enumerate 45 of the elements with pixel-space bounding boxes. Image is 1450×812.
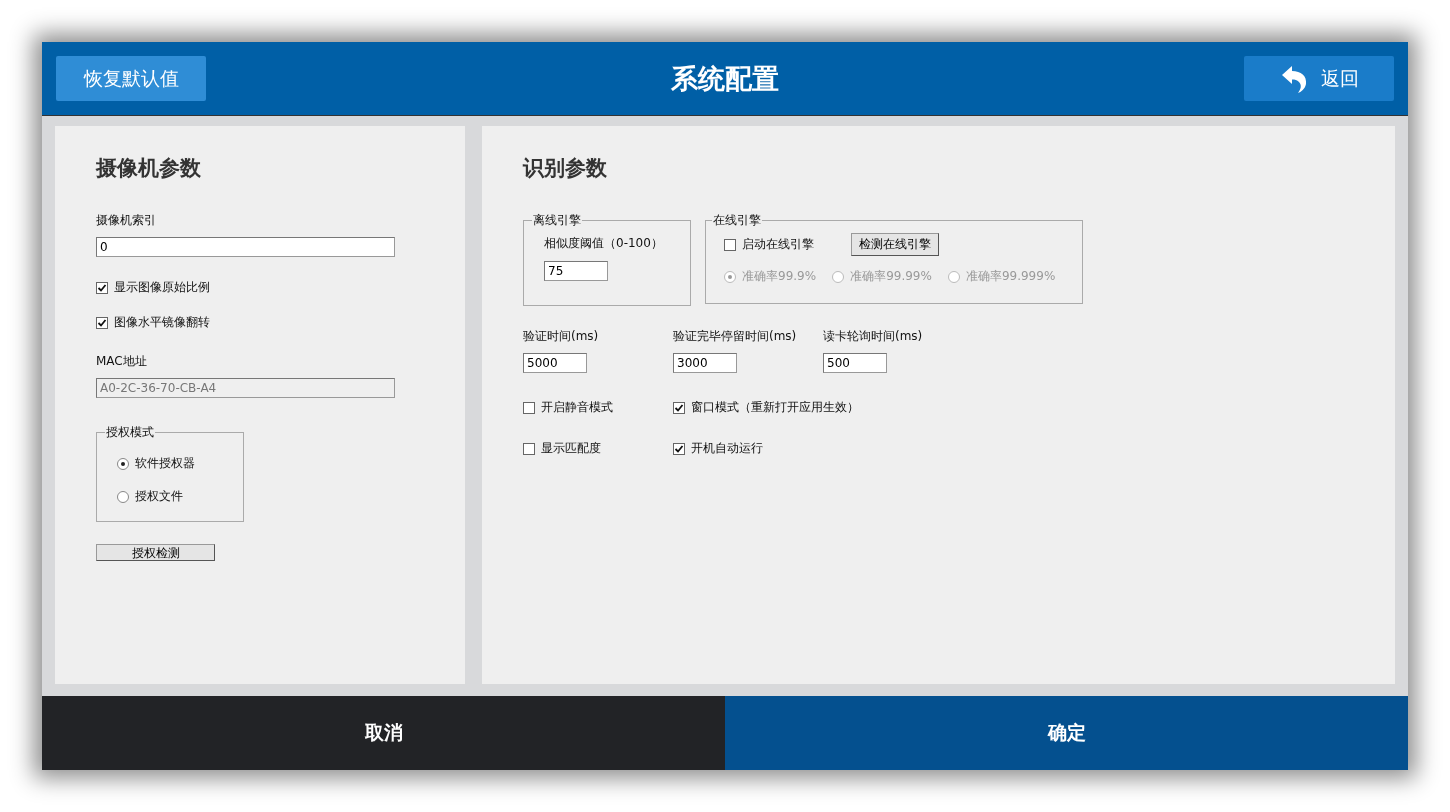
cancel-button[interactable]: 取消: [42, 696, 725, 770]
radio-button[interactable]: [117, 457, 129, 470]
checkbox[interactable]: [673, 401, 685, 414]
field-label: 验证完毕停留时间(ms): [673, 328, 798, 345]
detect-online-engine-button[interactable]: 检测在线引擎: [851, 233, 939, 256]
checkbox[interactable]: [673, 442, 685, 455]
checkbox[interactable]: [96, 281, 108, 294]
checkbox[interactable]: [523, 442, 535, 455]
checkbox-label: 显示匹配度: [541, 440, 601, 457]
field-label: 相似度阈值（0-100）: [544, 235, 664, 252]
back-button[interactable]: 返回: [1244, 56, 1394, 101]
checkbox-label: 开机自动运行: [691, 440, 763, 457]
radio-label: 准确率99.99%: [850, 268, 932, 285]
threshold-field[interactable]: 75: [544, 261, 608, 281]
confirm-button[interactable]: 确定: [725, 696, 1408, 770]
group-label: 在线引擎: [712, 212, 762, 229]
checkbox-label: 图像水平镜像翻转: [114, 314, 210, 331]
field-label: MAC地址: [96, 353, 148, 370]
group-label: 授权模式: [105, 424, 155, 441]
checkbox[interactable]: [523, 401, 535, 414]
radio-label: 准确率99.9%: [742, 268, 817, 285]
radio-label: 准确率99.999%: [965, 268, 1056, 285]
mac-address-field[interactable]: A0-2C-36-70-CB-A4: [96, 378, 395, 398]
radio-label: 授权文件: [135, 488, 183, 505]
reset-defaults-button[interactable]: 恢复默认值: [56, 56, 206, 101]
field-label: 读卡轮询时间(ms): [823, 328, 924, 345]
time-field[interactable]: 3000: [673, 353, 737, 373]
checkbox-label: 开启静音模式: [541, 399, 613, 416]
field-label: 摄像机索引: [96, 212, 157, 229]
radio-label: 软件授权器: [135, 455, 195, 472]
camera-index-field[interactable]: 0: [96, 237, 395, 257]
checkbox[interactable]: [96, 316, 108, 329]
section-title: 摄像机参数: [96, 155, 202, 182]
section-title: 识别参数: [523, 155, 608, 182]
time-field[interactable]: 5000: [523, 353, 587, 373]
field-label: 验证时间(ms): [523, 328, 600, 345]
checkbox-label: 启动在线引擎: [742, 236, 814, 253]
auth-check-button[interactable]: 授权检测: [96, 544, 215, 561]
group-label: 离线引擎: [532, 212, 582, 229]
checkbox[interactable]: [724, 238, 736, 251]
time-field[interactable]: 500: [823, 353, 887, 373]
checkbox-label: 窗口模式（重新打开应用生效）: [691, 399, 859, 416]
window-title: 系统配置: [671, 61, 779, 96]
radio-button[interactable]: [117, 490, 129, 503]
checkbox-label: 显示图像原始比例: [114, 279, 210, 296]
